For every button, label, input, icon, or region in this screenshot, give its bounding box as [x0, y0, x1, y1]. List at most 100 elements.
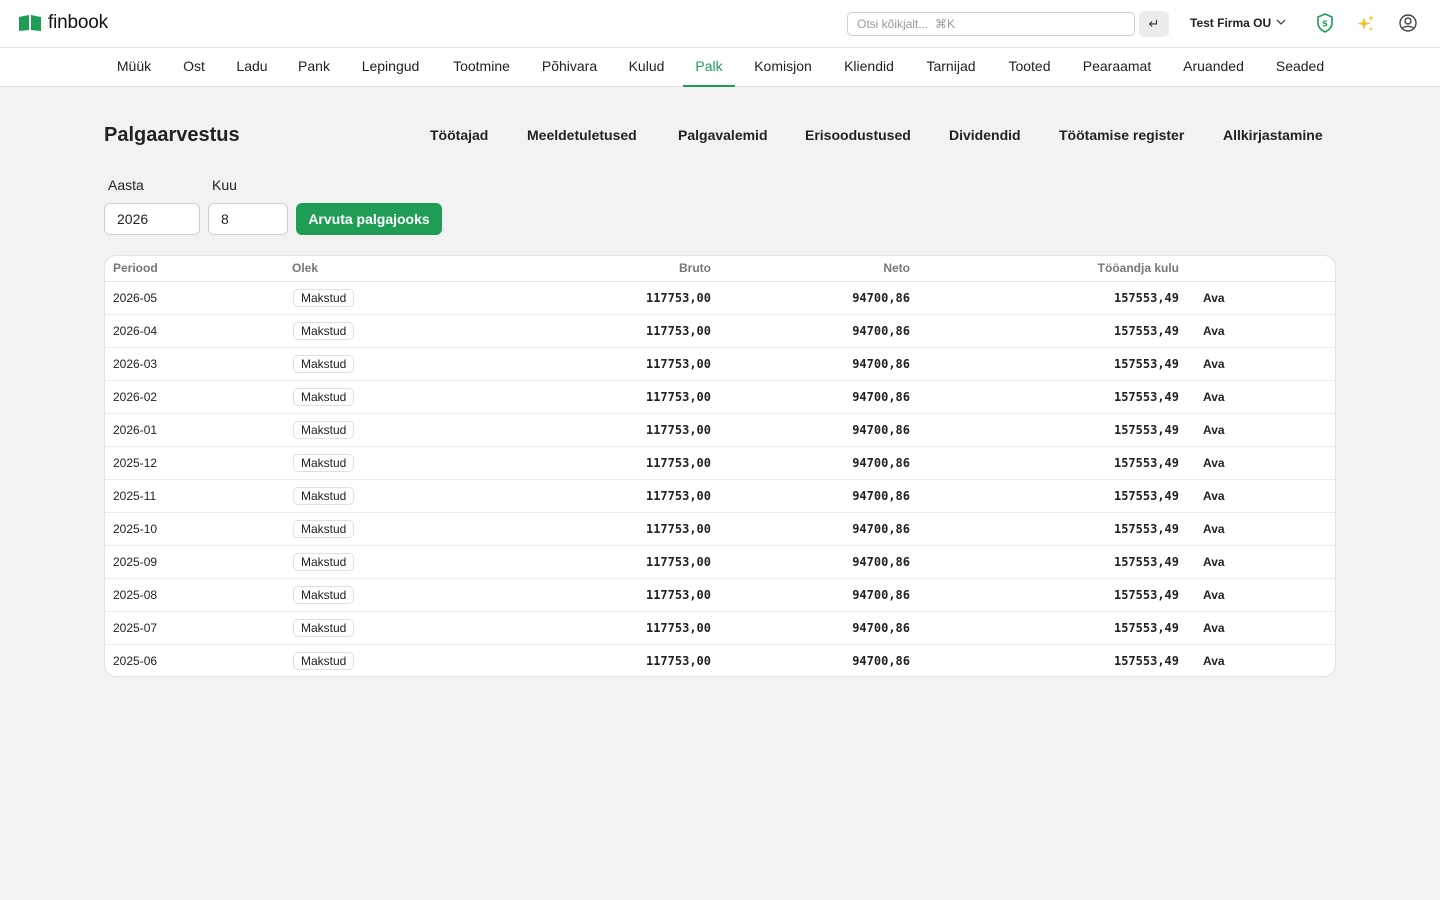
nav-item-lepingud[interactable]: Lepingud — [360, 58, 421, 87]
subnav-meeldetuletused[interactable]: Meeldetuletused — [527, 127, 637, 143]
table-row[interactable]: 2025-06 Makstud 117753,00 94700,86 157553,49… — [105, 645, 1335, 676]
cell-net: 94700,86 — [852, 489, 910, 503]
table-row[interactable]: 2026-04 Makstud 117753,00 94700,86 157553,49… — [105, 315, 1335, 348]
cell-gross: 117753,00 — [645, 357, 711, 371]
cell-gross: 117753,00 — [645, 522, 711, 536]
main-nav: Müük Ost Ladu Pank Lepingud Tootmine Põh… — [0, 48, 1440, 87]
open-run-link[interactable]: Ava — [1203, 489, 1225, 503]
open-run-link[interactable]: Ava — [1203, 588, 1225, 602]
table-row[interactable]: 2025-11 Makstud 117753,00 94700,86 157553,49… — [105, 480, 1335, 513]
table-header: Periood Olek Bruto Neto Tööandja kulu — [105, 256, 1335, 282]
nav-item-pank[interactable]: Pank — [298, 58, 330, 87]
cell-net: 94700,86 — [852, 654, 910, 668]
nav-item-seaded[interactable]: Seaded — [1275, 58, 1325, 87]
open-run-link[interactable]: Ava — [1203, 291, 1225, 305]
brand-name: finbook — [48, 12, 108, 33]
open-run-link[interactable]: Ava — [1203, 390, 1225, 404]
cell-gross: 117753,00 — [645, 555, 711, 569]
status-badge: Makstud — [293, 520, 355, 538]
company-selector[interactable]: Test Firma OU — [1190, 16, 1286, 30]
nav-item-komisjon[interactable]: Komisjon — [753, 58, 813, 87]
status-badge: Makstud — [293, 322, 355, 340]
table-row[interactable]: 2025-08 Makstud 117753,00 94700,86 157553,49… — [105, 579, 1335, 612]
open-run-link[interactable]: Ava — [1203, 357, 1225, 371]
status-badge: Makstud — [293, 388, 355, 406]
table-row[interactable]: 2025-09 Makstud 117753,00 94700,86 157553,49… — [105, 546, 1335, 579]
status-badge: Makstud — [293, 553, 355, 571]
cell-net: 94700,86 — [852, 291, 910, 305]
cell-period: 2025-06 — [113, 654, 158, 668]
subnav-erisoodustused[interactable]: Erisoodustused — [805, 127, 911, 143]
header-employer-cost: Tööandja kulu — [1097, 261, 1179, 275]
user-circle-icon[interactable] — [1398, 12, 1418, 34]
status-badge: Makstud — [293, 487, 355, 505]
cell-gross: 117753,00 — [645, 423, 711, 437]
open-run-link[interactable]: Ava — [1203, 324, 1225, 338]
top-bar: finbook ↵ Test Firma OU S — [0, 0, 1440, 48]
nav-item-aruanded[interactable]: Aruanded — [1181, 58, 1246, 87]
cell-net: 94700,86 — [852, 555, 910, 569]
book-icon — [18, 14, 42, 32]
brand-logo[interactable]: finbook — [18, 12, 108, 34]
nav-item-kulud[interactable]: Kulud — [627, 58, 666, 87]
subnav-tootamise-register[interactable]: Töötamise register — [1059, 127, 1184, 143]
cell-period: 2026-02 — [113, 390, 158, 404]
header-gross: Bruto — [679, 261, 711, 275]
subnav-dividendid[interactable]: Dividendid — [949, 127, 1021, 143]
table-row[interactable]: 2025-12 Makstud 117753,00 94700,86 157553,49… — [105, 447, 1335, 480]
cell-gross: 117753,00 — [645, 489, 711, 503]
shield-s-icon[interactable]: S — [1315, 12, 1335, 34]
cell-net: 94700,86 — [852, 390, 910, 404]
open-run-link[interactable]: Ava — [1203, 555, 1225, 569]
cell-net: 94700,86 — [852, 456, 910, 470]
sparkles-icon[interactable] — [1356, 13, 1376, 35]
cell-employer-cost: 157553,49 — [1113, 291, 1179, 305]
status-badge: Makstud — [293, 289, 355, 307]
page-title: Palgaarvestus — [104, 124, 240, 146]
global-search-input[interactable] — [847, 12, 1135, 36]
open-run-link[interactable]: Ava — [1203, 456, 1225, 470]
nav-item-kliendid[interactable]: Kliendid — [842, 58, 896, 87]
open-run-link[interactable]: Ava — [1203, 621, 1225, 635]
search-submit-button[interactable]: ↵ — [1139, 11, 1169, 37]
payroll-runs-table: Periood Olek Bruto Neto Tööandja kulu 20… — [104, 255, 1336, 677]
nav-item-ladu[interactable]: Ladu — [235, 58, 269, 87]
month-label: Kuu — [212, 177, 237, 193]
open-run-link[interactable]: Ava — [1203, 522, 1225, 536]
nav-item-tooted[interactable]: Tooted — [1006, 58, 1053, 87]
nav-item-pearaamat[interactable]: Pearaamat — [1082, 58, 1152, 87]
nav-item-tootmine[interactable]: Tootmine — [451, 58, 512, 87]
calculate-payroll-button[interactable]: Arvuta palgajooks — [296, 203, 442, 235]
table-row[interactable]: 2025-10 Makstud 117753,00 94700,86 157553,49… — [105, 513, 1335, 546]
nav-item-muuk[interactable]: Müük — [116, 58, 152, 87]
table-row[interactable]: 2026-05 Makstud 117753,00 94700,86 157553,49… — [105, 282, 1335, 315]
table-row[interactable]: 2026-02 Makstud 117753,00 94700,86 157553,49… — [105, 381, 1335, 414]
status-badge: Makstud — [293, 355, 355, 373]
year-input[interactable] — [104, 203, 200, 235]
table-row[interactable]: 2026-03 Makstud 117753,00 94700,86 157553,49… — [105, 348, 1335, 381]
cell-employer-cost: 157553,49 — [1113, 324, 1179, 338]
nav-item-ost[interactable]: Ost — [182, 58, 206, 87]
subnav-tootajad[interactable]: Töötajad — [430, 127, 488, 143]
cell-employer-cost: 157553,49 — [1113, 621, 1179, 635]
cell-gross: 117753,00 — [645, 390, 711, 404]
cell-period: 2026-05 — [113, 291, 158, 305]
month-input[interactable] — [208, 203, 288, 235]
chevron-down-icon — [1276, 18, 1286, 29]
cell-period: 2025-07 — [113, 621, 158, 635]
header-net: Neto — [883, 261, 910, 275]
cell-net: 94700,86 — [852, 357, 910, 371]
open-run-link[interactable]: Ava — [1203, 654, 1225, 668]
nav-item-tarnijad[interactable]: Tarnijad — [925, 58, 977, 87]
table-row[interactable]: 2025-07 Makstud 117753,00 94700,86 157553,49… — [105, 612, 1335, 645]
nav-item-palk[interactable]: Palk — [683, 58, 735, 87]
table-row[interactable]: 2026-01 Makstud 117753,00 94700,86 157553,49… — [105, 414, 1335, 447]
cell-employer-cost: 157553,49 — [1113, 654, 1179, 668]
open-run-link[interactable]: Ava — [1203, 423, 1225, 437]
cell-net: 94700,86 — [852, 324, 910, 338]
nav-item-pohivara[interactable]: Põhivara — [541, 58, 598, 87]
subnav-palgavalemid[interactable]: Palgavalemid — [678, 127, 768, 143]
subnav-allkirjastamine[interactable]: Allkirjastamine — [1223, 127, 1323, 143]
cell-employer-cost: 157553,49 — [1113, 522, 1179, 536]
status-badge: Makstud — [293, 454, 355, 472]
